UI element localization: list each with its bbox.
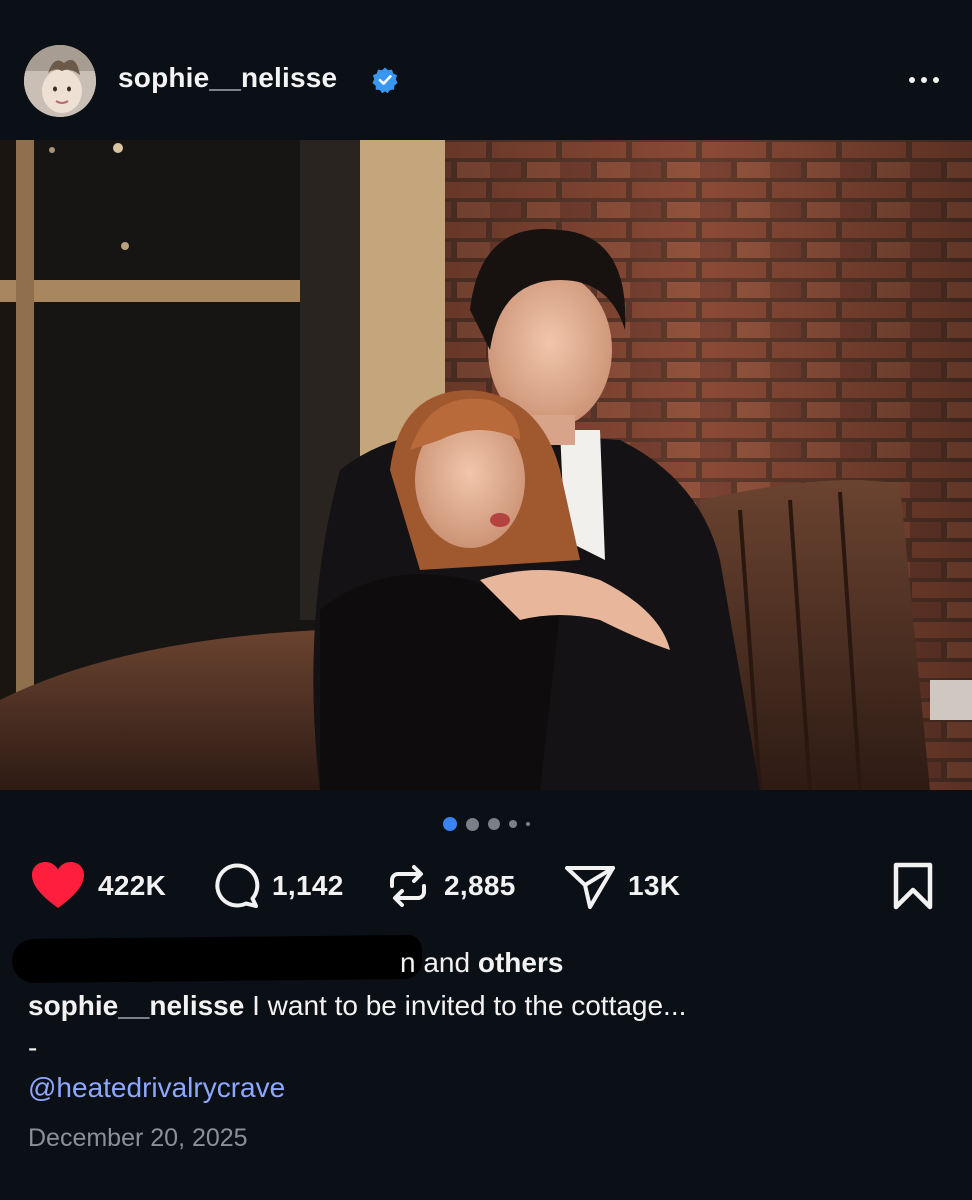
reposts-count: 2,885 <box>444 870 516 901</box>
repost-button[interactable]: 2,885 <box>384 858 516 914</box>
caption: sophie__nelisse I want to be invited to … <box>28 990 686 1022</box>
carousel-indicator <box>0 816 972 832</box>
send-icon <box>565 866 615 909</box>
avatar[interactable] <box>24 45 96 117</box>
comment-icon <box>215 863 260 908</box>
like-button[interactable]: 422K <box>30 858 166 914</box>
caption-separator: - <box>28 1032 38 1063</box>
post-actions: 422K 1,142 2,885 13K <box>0 858 972 914</box>
carousel-dot-active <box>442 817 457 831</box>
carousel-dot <box>465 817 479 831</box>
share-button[interactable]: 13K <box>564 858 680 914</box>
caption-text: I want to be invited to the cottage... <box>252 990 687 1021</box>
username[interactable]: sophie__nelisse <box>118 62 337 94</box>
verified-badge-icon <box>372 67 398 94</box>
comment-button[interactable]: 1,142 <box>212 858 344 914</box>
likes-count: 422K <box>98 870 167 901</box>
liked-by-fragment: n <box>400 947 416 978</box>
heart-icon <box>32 862 84 908</box>
repost-icon <box>390 865 426 907</box>
carousel-dot <box>487 818 500 830</box>
post-date: December 20, 2025 <box>28 1124 248 1152</box>
comments-count: 1,142 <box>272 870 344 901</box>
save-button[interactable] <box>888 858 938 914</box>
liked-by[interactable]: n and others <box>11 934 728 984</box>
post-image[interactable] <box>0 140 972 790</box>
carousel-dot <box>508 820 517 828</box>
mention-link[interactable]: @heatedrivalrycrave <box>28 1072 285 1104</box>
liked-by-and: and <box>423 947 471 978</box>
post-view: sophie__nelisse 422K 1,142 2,885 13K n a… <box>0 0 972 1200</box>
redaction-mark <box>11 934 423 984</box>
liked-by-text: n and others <box>400 947 563 979</box>
more-horizontal-icon <box>909 77 915 83</box>
caption-author[interactable]: sophie__nelisse <box>28 990 244 1021</box>
carousel-dot <box>525 822 530 826</box>
bookmark-icon <box>893 862 933 910</box>
liked-by-others[interactable]: others <box>478 947 564 978</box>
more-options-button[interactable] <box>900 64 948 96</box>
post-header: sophie__nelisse <box>0 0 972 140</box>
shares-count: 13K <box>628 870 681 901</box>
